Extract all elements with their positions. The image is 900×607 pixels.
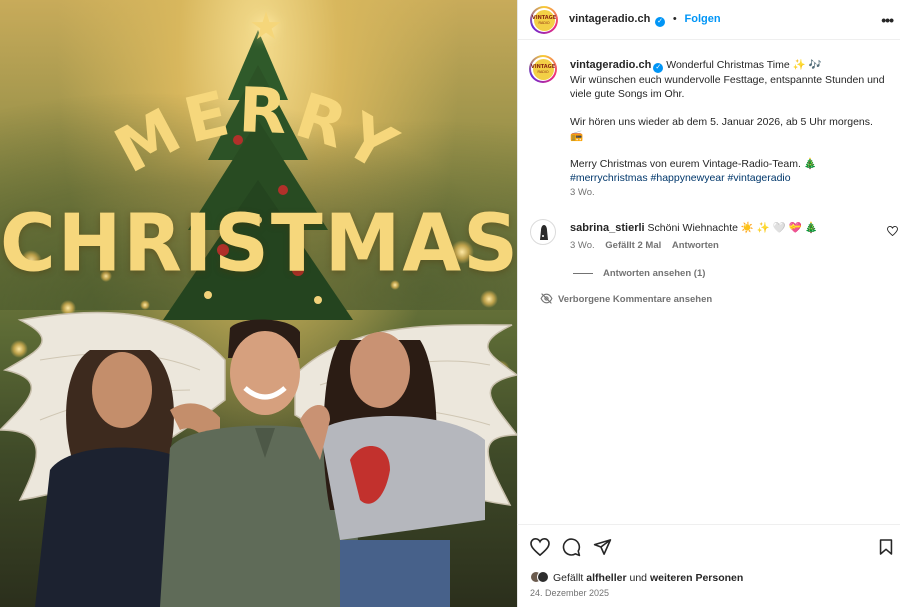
comment-like-heart-icon[interactable] — [887, 226, 898, 236]
tree-star-icon: ★ — [248, 6, 284, 48]
post-actions-bar: Gefällt alfheller und weiteren Personen … — [517, 524, 900, 607]
replies-line — [573, 272, 593, 274]
vintage-radio-logo-icon: VINTAGE RADIO — [531, 58, 555, 80]
vintage-radio-logo-icon: VINTAGE RADIO — [532, 9, 556, 31]
follow-button[interactable]: Folgen — [685, 13, 721, 25]
image-title-christmas: CHRISTMAS — [0, 195, 517, 290]
comment-text: Schöni Wiehnachte ☀️ ✨ 🤍 💝 🎄 — [647, 222, 818, 234]
post-header: VINTAGE RADIO vintageradio.ch ✓ • Folgen … — [518, 0, 900, 40]
share-send-icon[interactable] — [593, 538, 612, 556]
caption-line-4: Merry Christmas von eurem Vintage-Radio-… — [570, 158, 817, 170]
verified-badge-icon: ✓ — [653, 63, 664, 73]
verified-badge-icon: ✓ — [655, 17, 666, 27]
caption-hashtags[interactable]: #merrychristmas #happynewyear #vintagera… — [570, 171, 885, 185]
post-date[interactable]: 24. Dezember 2025 — [530, 588, 609, 598]
person-right — [300, 332, 485, 607]
liked-others[interactable]: weiteren Personen — [650, 572, 743, 584]
like-heart-icon[interactable] — [530, 538, 550, 556]
comment-reply-button[interactable]: Antworten — [672, 240, 719, 251]
svg-text:MERRY: MERRY — [103, 82, 413, 188]
view-replies-button[interactable]: Antworten ansehen (1) — [573, 268, 705, 279]
hidden-comments-button[interactable]: Verborgene Kommentare ansehen — [540, 293, 712, 305]
save-bookmark-icon[interactable] — [879, 538, 893, 556]
comment-item: sabrina_stierli Schöni Wiehnachte ☀️ ✨ 🤍… — [570, 221, 880, 253]
merry-text: MERRY — [103, 82, 407, 188]
account-avatar[interactable]: VINTAGE RADIO — [530, 6, 558, 34]
caption-username[interactable]: vintageradio.ch — [570, 59, 651, 71]
view-replies-label: Antworten ansehen (1) — [603, 268, 706, 279]
comment-timestamp[interactable]: 3 Wo. — [570, 240, 595, 251]
post-image[interactable]: ★ MERRY CHRISTMAS — [0, 0, 517, 607]
hidden-comments-label: Verborgene Kommentare ansehen — [558, 294, 713, 305]
account-username[interactable]: vintageradio.ch — [569, 13, 650, 25]
liked-prefix: Gefällt — [553, 572, 584, 584]
separator-dot: • — [672, 13, 677, 25]
caption-line-2: Wir wünschen euch wundervolle Festtage, … — [570, 74, 885, 100]
bokeh-light — [480, 290, 498, 308]
commenter-avatar[interactable] — [530, 219, 556, 245]
comment-username[interactable]: sabrina_stierli — [570, 222, 645, 234]
caption-line-3: Wir hören uns wieder ab dem 5. Januar 20… — [570, 116, 873, 142]
comment-likes[interactable]: Gefällt 2 Mal — [605, 240, 661, 251]
liked-by-user[interactable]: alfheller — [586, 572, 626, 584]
more-options-icon[interactable]: ••• — [881, 12, 894, 28]
comment-bubble-icon[interactable] — [562, 538, 581, 557]
caption-line-1: Wonderful Christmas Time ✨ 🎶 — [666, 59, 822, 71]
caption-avatar[interactable]: VINTAGE RADIO — [529, 55, 557, 83]
post-caption: vintageradio.ch ✓ Wonderful Christmas Tim… — [570, 58, 885, 200]
liked-and: und — [629, 572, 648, 584]
image-title-merry: MERRY — [103, 82, 413, 188]
liker-avatar[interactable] — [537, 571, 549, 583]
eye-off-icon — [540, 293, 553, 304]
caption-timestamp[interactable]: 3 Wo. — [570, 186, 885, 200]
likes-summary: Gefällt alfheller und weiteren Personen — [530, 571, 743, 584]
